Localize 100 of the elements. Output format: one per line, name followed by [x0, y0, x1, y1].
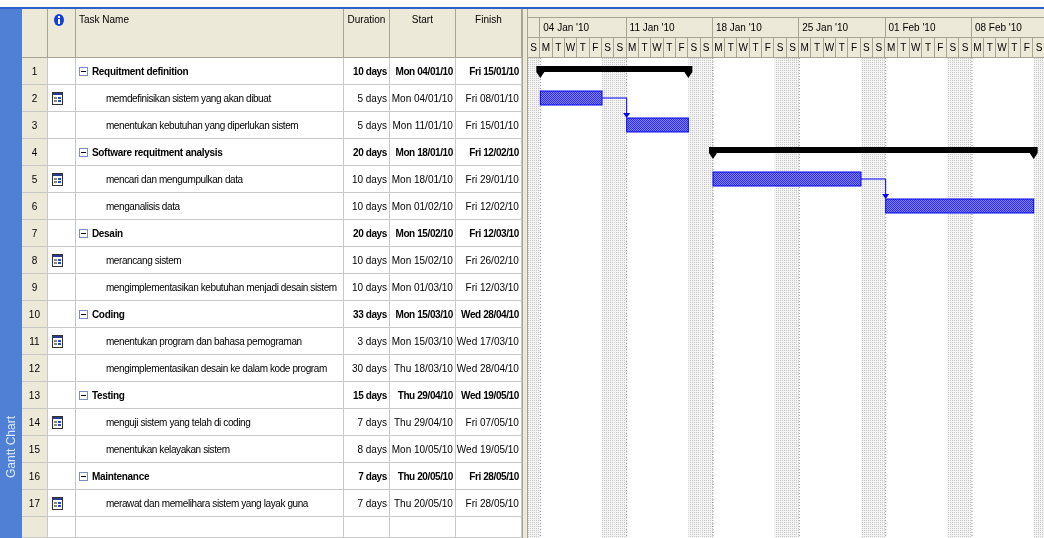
row-number[interactable]: 4: [21, 139, 48, 166]
day-label: S: [959, 37, 972, 57]
row-number[interactable]: 8: [21, 247, 48, 274]
finish-date: Fri 12/02/10: [465, 200, 519, 212]
day-label: T: [725, 37, 738, 57]
day-label: S: [873, 37, 886, 57]
finish-date: Fri 12/03/10: [465, 281, 519, 293]
finish-date: Fri 12/03/10: [469, 227, 519, 239]
collapse-icon[interactable]: [78, 66, 88, 76]
row-number[interactable]: 11: [21, 328, 48, 355]
duration-text: 5 days: [357, 92, 387, 104]
finish-date: Wed 19/05/10: [461, 389, 519, 401]
summary-bar[interactable]: [708, 147, 1038, 159]
note-icon[interactable]: [51, 415, 63, 429]
note-icon[interactable]: [51, 334, 63, 348]
task-bar[interactable]: [712, 171, 862, 187]
day-label: S: [947, 37, 960, 57]
collapse-icon[interactable]: [78, 228, 88, 238]
day-label: S: [601, 37, 615, 57]
day-label: W: [996, 37, 1009, 57]
collapse-icon[interactable]: [78, 471, 88, 481]
duration-text: 10 days: [353, 65, 387, 77]
week-label: 11 Jan '10: [626, 17, 713, 37]
summary-bar[interactable]: [536, 66, 693, 78]
note-icon[interactable]: [51, 253, 63, 267]
note-icon[interactable]: [51, 91, 63, 105]
row-number[interactable]: 1: [21, 58, 48, 85]
duration-text: 10 days: [351, 254, 387, 266]
row-number[interactable]: 7: [21, 220, 48, 247]
finish-date: Fri 07/05/10: [465, 416, 519, 428]
day-label: W: [564, 37, 578, 57]
column-header[interactable]: Finish: [475, 14, 502, 25]
row-number[interactable]: 9: [21, 274, 48, 301]
row-number[interactable]: 16: [21, 463, 48, 490]
row-number[interactable]: 17: [21, 490, 48, 517]
task-name: menganalisis data: [105, 200, 180, 212]
day-label: T: [836, 37, 849, 57]
start-date: Mon 15/03/10: [395, 308, 453, 320]
day-label: W: [737, 37, 750, 57]
finish-date: Fri 12/02/10: [469, 146, 519, 158]
task-bar[interactable]: [885, 198, 1035, 214]
row-number[interactable]: 10: [21, 301, 48, 328]
day-label: T: [984, 37, 997, 57]
day-label: S: [527, 37, 541, 57]
collapse-icon[interactable]: [78, 147, 88, 157]
finish-date: Wed 28/04/10: [456, 362, 519, 374]
day-label: F: [848, 37, 861, 57]
day-label: T: [1008, 37, 1022, 57]
start-date: Thu 29/04/10: [394, 416, 453, 428]
finish-date: Wed 28/04/10: [461, 308, 519, 320]
start-date: Thu 20/05/10: [397, 470, 453, 482]
week-label: 25 Jan '10: [799, 17, 886, 37]
day-label: M: [712, 37, 726, 57]
collapse-icon[interactable]: [78, 309, 88, 319]
column-header[interactable]: Duration: [347, 14, 386, 25]
day-label: F: [1021, 37, 1034, 57]
row-number[interactable]: 12: [21, 355, 48, 382]
task-name: Desain: [91, 227, 123, 239]
day-label: T: [922, 37, 935, 57]
note-icon[interactable]: [51, 496, 63, 510]
day-label: F: [675, 37, 689, 57]
duration-text: 20 days: [353, 146, 387, 158]
start-date: Mon 04/01/10: [395, 65, 453, 77]
finish-date: Fri 28/05/10: [465, 497, 519, 509]
start-date: Mon 04/01/10: [391, 92, 453, 104]
row-number[interactable]: 13: [21, 382, 48, 409]
duration-text: 33 days: [353, 308, 387, 320]
row-number[interactable]: 6: [21, 193, 48, 220]
row-number[interactable]: 5: [21, 166, 48, 193]
day-label: W: [910, 37, 923, 57]
row-number[interactable]: 14: [21, 409, 48, 436]
task-name: mengimplementasikan desain ke dalam kode program: [105, 362, 327, 374]
row-number[interactable]: 3: [21, 112, 48, 139]
task-bar[interactable]: [626, 117, 689, 133]
finish-date: Fri 29/01/10: [465, 173, 519, 185]
task-name: mencari dan mengumpulkan data: [105, 173, 243, 185]
day-label: T: [552, 37, 565, 57]
week-label: 08 Feb '10: [971, 17, 1044, 37]
finish-date: Fri 15/01/10: [465, 119, 519, 131]
collapse-icon[interactable]: [78, 390, 88, 400]
day-label: T: [897, 37, 911, 57]
day-label: T: [663, 37, 676, 57]
task-name: Software requitment analysis: [91, 146, 223, 158]
link-arrow: [860, 178, 890, 199]
task-name: merancang sistem: [105, 254, 182, 266]
task-name: Maintenance: [91, 470, 150, 482]
task-name: memdefinisikan sistem yang akan dibuat: [105, 92, 271, 104]
duration-text: 10 days: [351, 281, 387, 293]
start-date: Mon 15/02/10: [395, 227, 453, 239]
column-header[interactable]: Task Name: [75, 14, 129, 25]
finish-date: Fri 28/05/10: [469, 470, 519, 482]
note-icon[interactable]: [51, 172, 63, 186]
task-bar[interactable]: [539, 90, 603, 106]
column-header[interactable]: Start: [411, 14, 433, 25]
day-label: M: [626, 37, 639, 57]
task-name: Testing: [91, 389, 125, 401]
row-number[interactable]: 15: [21, 436, 48, 463]
duration-text: 7 days: [357, 416, 387, 428]
finish-date: Fri 15/01/10: [469, 65, 519, 77]
row-number[interactable]: 2: [21, 85, 48, 112]
